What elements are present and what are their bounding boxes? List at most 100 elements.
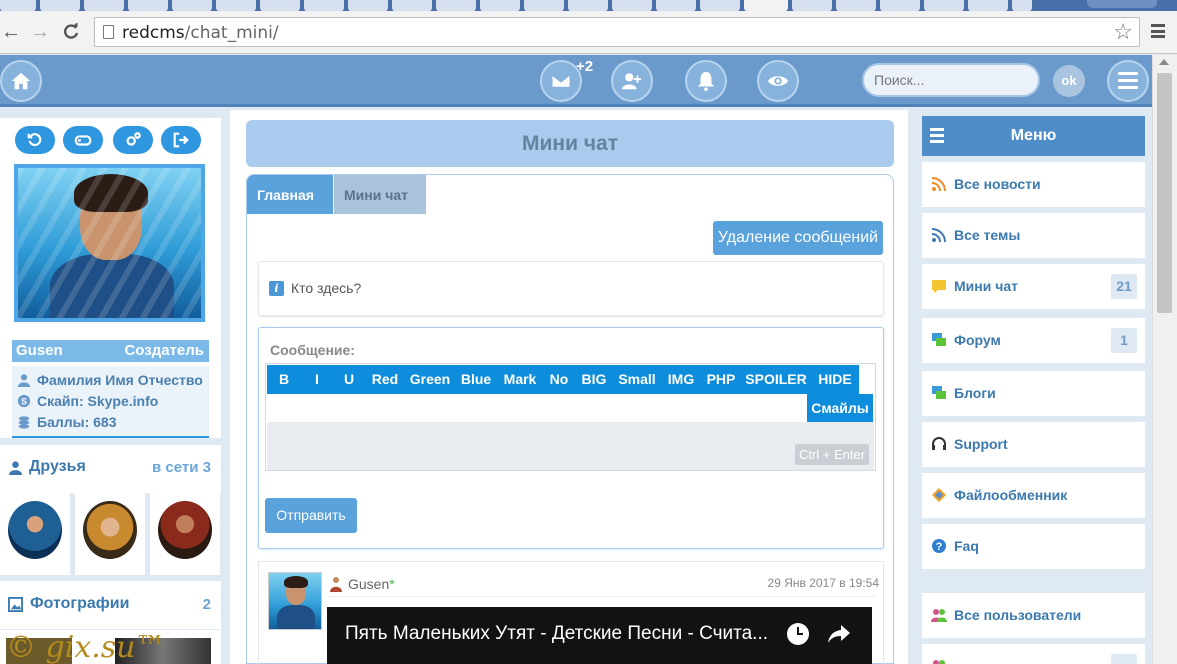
friend-item[interactable] — [0, 493, 70, 575]
browser-tab[interactable] — [968, 0, 1008, 11]
small-button[interactable]: Small — [613, 365, 661, 394]
reload-icon[interactable] — [60, 20, 82, 44]
browser-tab[interactable] — [304, 0, 344, 11]
italic-button[interactable]: I — [301, 365, 333, 394]
scroll-up-icon[interactable] — [1159, 59, 1169, 65]
menu-item-faq[interactable]: ? Faq — [922, 524, 1145, 569]
watch-later-icon[interactable] — [787, 623, 809, 645]
php-button[interactable]: PHP — [701, 365, 741, 394]
browser-tab[interactable] — [880, 0, 920, 11]
friends-header[interactable]: Друзья в сети 3 — [0, 445, 221, 493]
tab-mini-chat[interactable]: Мини чат — [334, 175, 426, 214]
logout-button[interactable] — [161, 126, 201, 154]
site-menu-button[interactable] — [1107, 60, 1149, 102]
browser-tab[interactable] — [216, 0, 256, 11]
settings-button[interactable] — [113, 126, 153, 154]
browser-menu-icon[interactable] — [1151, 24, 1165, 38]
new-tab-button[interactable] — [1087, 0, 1157, 8]
games-button[interactable] — [63, 126, 103, 154]
browser-tab[interactable] — [1012, 0, 1032, 11]
browser-tab[interactable] — [260, 0, 300, 11]
no-button[interactable]: No — [543, 365, 575, 394]
search-input[interactable]: Поиск... — [862, 63, 1040, 97]
photos-header[interactable]: Фотографии 2 — [0, 581, 221, 629]
browser-tab[interactable] — [524, 0, 564, 11]
menu-item-forum[interactable]: Форум 1 — [922, 318, 1145, 363]
video-title[interactable]: Пять Маленьких Утят - Детские Песни - Сч… — [345, 623, 768, 644]
profile-avatar[interactable] — [14, 164, 205, 322]
browser-tab[interactable] — [128, 0, 168, 11]
browser-toolbar: ← → redcms/chat_mini/ ☆ — [0, 11, 1177, 54]
menu-item-blogs[interactable]: Блоги — [922, 371, 1145, 416]
menu-item-all-users[interactable]: Все пользователи — [922, 593, 1145, 638]
guests-button[interactable] — [757, 60, 799, 102]
browser-tab[interactable] — [40, 0, 80, 11]
browser-tab[interactable] — [480, 0, 520, 11]
forward-icon[interactable]: → — [29, 20, 51, 44]
green-button[interactable]: Green — [405, 365, 455, 394]
red-button[interactable]: Red — [365, 365, 405, 394]
message-author[interactable]: Gusen* — [348, 576, 395, 592]
scrollbar-thumb[interactable] — [1157, 73, 1172, 313]
menu-item-support[interactable]: Support — [922, 422, 1145, 467]
browser-tab[interactable] — [436, 0, 476, 11]
notifications-button[interactable] — [685, 60, 727, 102]
eye-icon — [767, 76, 789, 86]
message-editor: B I U Red Green Blue Mark No BIG Small I… — [265, 363, 876, 471]
friends-online-count[interactable]: в сети 3 — [152, 459, 211, 476]
smiles-button[interactable]: Смайлы — [807, 394, 873, 423]
chat-note-icon — [932, 280, 946, 293]
tab-main[interactable]: Главная — [247, 175, 333, 214]
address-bar[interactable]: redcms/chat_mini/ ☆ — [94, 17, 1140, 47]
browser-tab[interactable] — [612, 0, 652, 11]
browser-tab[interactable] — [348, 0, 388, 11]
browser-tab[interactable] — [172, 0, 212, 11]
who-here-box[interactable]: i Кто здесь? — [258, 261, 884, 316]
menu-item-news[interactable]: Все новости — [922, 162, 1145, 207]
browser-tab[interactable] — [84, 0, 124, 11]
browser-tab[interactable] — [568, 0, 608, 11]
page-scrollbar[interactable] — [1152, 55, 1177, 664]
admin-user-icon — [330, 577, 342, 592]
menu-item-mini-chat[interactable]: Мини чат 21 — [922, 264, 1145, 309]
browser-tab[interactable] — [700, 0, 740, 11]
underline-button[interactable]: U — [333, 365, 365, 394]
spoiler-button[interactable]: SPOILER — [741, 365, 811, 394]
friend-item[interactable] — [75, 493, 145, 575]
browser-tab[interactable] — [924, 0, 964, 11]
send-button[interactable]: Отправить — [265, 498, 357, 533]
message-avatar[interactable] — [268, 572, 322, 630]
big-button[interactable]: BIG — [575, 365, 613, 394]
profile-name[interactable]: Gusen — [16, 342, 63, 359]
img-button[interactable]: IMG — [661, 365, 701, 394]
back-icon[interactable]: ← — [0, 20, 22, 44]
menu-item-file-exchange[interactable]: Файлообменник — [922, 473, 1145, 518]
bbcode-toolbar: B I U Red Green Blue Mark No BIG Small I… — [267, 365, 875, 423]
add-friend-button[interactable] — [611, 60, 653, 102]
friend-item[interactable] — [150, 493, 220, 575]
chat-message: Gusen* 29 Янв 2017 в 19:54 Пять Маленьки… — [258, 561, 884, 664]
bookmark-star-icon[interactable]: ☆ — [1113, 19, 1133, 45]
browser-tab[interactable] — [792, 0, 832, 11]
menu-item-online[interactable] — [922, 644, 1145, 664]
rss-icon — [931, 177, 946, 192]
svg-text:S: S — [21, 396, 27, 406]
refresh-button[interactable] — [15, 126, 55, 154]
browser-tab-active[interactable] — [744, 0, 788, 11]
video-embed[interactable]: Пять Маленьких Утят - Детские Песни - Сч… — [327, 607, 872, 664]
blue-button[interactable]: Blue — [455, 365, 497, 394]
browser-tab[interactable] — [0, 0, 36, 11]
home-button[interactable] — [0, 60, 42, 102]
browser-tab[interactable] — [836, 0, 876, 11]
search-button[interactable]: ok — [1053, 65, 1085, 97]
bold-button[interactable]: B — [267, 365, 301, 394]
message-textarea[interactable]: Ctrl + Enter — [267, 422, 874, 470]
hide-button[interactable]: HIDE — [811, 365, 859, 394]
browser-tab[interactable] — [392, 0, 432, 11]
menu-item-topics[interactable]: Все темы — [922, 213, 1145, 258]
page-title: Мини чат — [246, 120, 894, 167]
mark-button[interactable]: Mark — [497, 365, 543, 394]
share-icon[interactable] — [827, 623, 851, 645]
browser-tab[interactable] — [656, 0, 696, 11]
delete-messages-button[interactable]: Удаление сообщений — [713, 221, 883, 255]
